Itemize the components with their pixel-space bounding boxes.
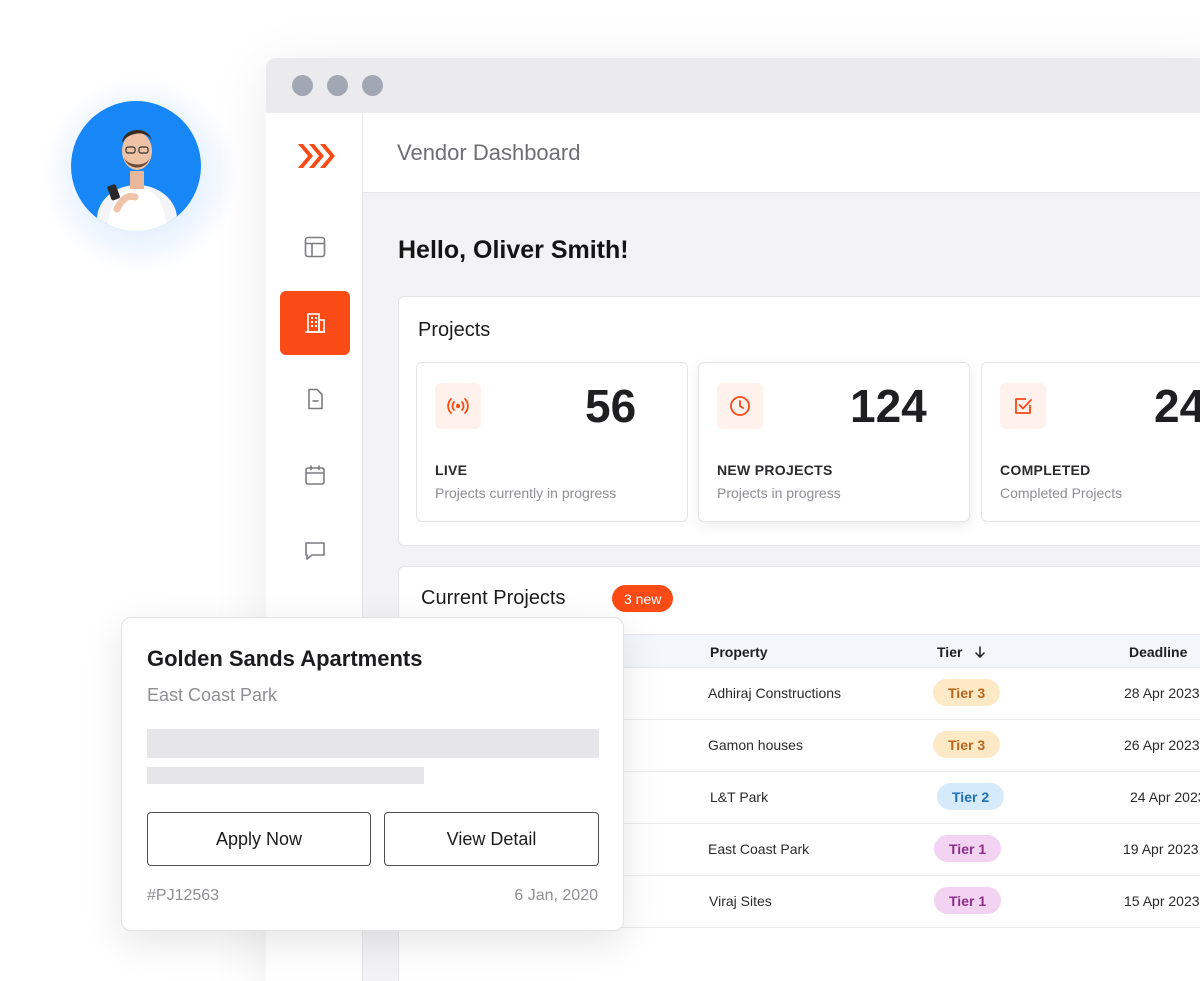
skeleton-line (147, 767, 424, 784)
stat-value: 24 (1154, 380, 1200, 432)
document-icon (308, 388, 323, 410)
project-date: 6 Jan, 2020 (514, 887, 598, 904)
column-header-deadline[interactable]: Deadline (1129, 644, 1187, 660)
cell-property: Viraj Sites (709, 893, 772, 909)
new-count-badge: 3 new (612, 585, 674, 612)
view-detail-button[interactable]: View Detail (384, 812, 599, 866)
stat-card-completed[interactable]: 24 COMPLETED Completed Projects (981, 362, 1200, 522)
sort-down-icon[interactable] (974, 646, 986, 659)
skeleton-line (147, 729, 599, 758)
stat-card-live[interactable]: 56 LIVE Projects currently in progress (416, 362, 688, 522)
tier-badge: Tier 1 (934, 835, 1002, 862)
sidebar-item-documents[interactable] (280, 367, 350, 431)
window-dot-close[interactable] (292, 75, 313, 96)
stat-value: 124 (850, 380, 927, 432)
avatar[interactable] (71, 101, 201, 231)
current-projects-title: Current Projects (421, 587, 566, 609)
logo-icon[interactable] (296, 141, 336, 176)
cell-deadline: 19 Apr 2023 (1123, 841, 1199, 857)
tier-badge: Tier 1 (934, 887, 1002, 914)
window-dot-minimize[interactable] (327, 75, 348, 96)
cell-deadline: 24 Apr 2023 (1130, 789, 1200, 805)
cell-property: Adhiraj Constructions (708, 685, 842, 701)
projects-panel: Projects 56 LIVE Projects currently in p… (398, 296, 1200, 546)
project-card-location: East Coast Park (147, 685, 278, 705)
window-dot-maximize[interactable] (362, 75, 383, 96)
person-illustration (97, 129, 177, 231)
window-titlebar (266, 58, 1200, 113)
projects-title: Projects (418, 319, 491, 341)
topbar: Vendor Dashboard (363, 113, 1200, 193)
sidebar-item-messages[interactable] (280, 519, 350, 583)
tier-badge: Tier 3 (933, 731, 1001, 758)
apply-now-button[interactable]: Apply Now (147, 812, 371, 866)
tier-badge: Tier 2 (937, 783, 1005, 810)
stat-label: COMPLETED (1000, 462, 1091, 478)
cell-property: Gamon houses (708, 737, 803, 753)
stat-description: Completed Projects (1000, 485, 1123, 501)
page-title: Vendor Dashboard (397, 139, 581, 165)
cell-deadline: 15 Apr 2023 (1124, 893, 1200, 909)
stat-value: 56 (585, 380, 637, 432)
project-card-title: Golden Sands Apartments (147, 646, 423, 671)
stat-card-new-projects[interactable]: 124 NEW PROJECTS Projects in progress (698, 362, 970, 522)
building-icon (305, 313, 325, 333)
sidebar-item-dashboard[interactable] (280, 215, 350, 279)
broadcast-icon (435, 383, 481, 429)
chat-icon (305, 542, 325, 560)
stat-description: Projects currently in progress (435, 485, 617, 501)
cell-deadline: 28 Apr 2023 (1124, 685, 1200, 701)
cell-deadline: 26 Apr 2023 (1124, 737, 1200, 753)
column-header-property[interactable]: Property (710, 644, 768, 660)
column-header-tier[interactable]: Tier (937, 644, 986, 660)
sidebar-item-properties[interactable] (280, 291, 350, 355)
layout-icon (304, 236, 326, 258)
column-header-tier-label: Tier (937, 644, 963, 660)
calendar-icon (305, 465, 325, 485)
stat-description: Projects in progress (717, 485, 841, 501)
tier-badge: Tier 3 (933, 679, 1001, 706)
sidebar-item-calendar[interactable] (280, 443, 350, 507)
cell-property: L&T Park (710, 789, 769, 805)
cell-property: East Coast Park (708, 841, 810, 857)
greeting: Hello, Oliver Smith! (398, 236, 629, 264)
stat-label: LIVE (435, 462, 468, 478)
stat-label: NEW PROJECTS (717, 462, 833, 478)
project-card[interactable]: Golden Sands Apartments East Coast Park … (121, 617, 624, 931)
clock-icon (717, 383, 763, 429)
checkbox-icon (1000, 383, 1046, 429)
project-id: #PJ12563 (147, 887, 220, 904)
